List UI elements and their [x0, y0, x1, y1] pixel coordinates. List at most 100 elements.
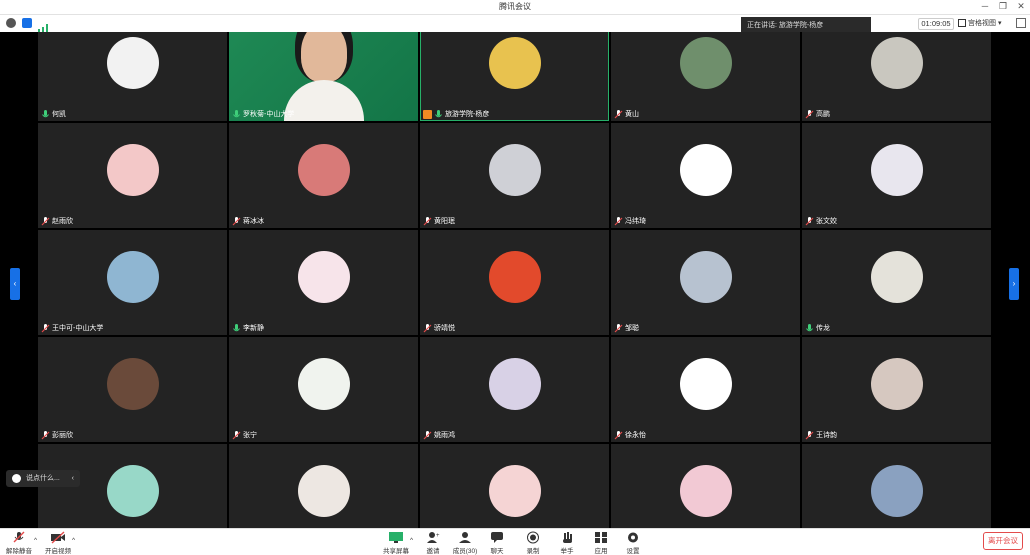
participant-tile[interactable]: 张文姣 — [802, 123, 991, 228]
participant-name-tag: 何凯 — [41, 109, 66, 119]
participant-name-tag: 张宁 — [232, 430, 257, 440]
participant-tile[interactable]: 黄山 — [611, 32, 800, 121]
window-title: 腾讯会议 — [499, 2, 531, 11]
fullscreen-icon[interactable] — [1016, 18, 1026, 28]
mic-muted-icon — [805, 216, 814, 226]
info-icon[interactable] — [6, 18, 16, 28]
apps-button[interactable]: 应用 — [592, 530, 610, 555]
participant-tile[interactable]: 冯纬琦 — [611, 123, 800, 228]
share-screen-button[interactable]: 共享屏幕 — [383, 530, 409, 555]
next-page-button[interactable]: › — [1009, 268, 1019, 300]
restore-icon[interactable]: ❐ — [996, 1, 1010, 12]
participant-tile[interactable]: 王中可-中山大学 — [38, 230, 227, 335]
video-body — [284, 80, 364, 121]
mic-muted-icon — [232, 430, 241, 440]
chat-label: 聊天 — [490, 548, 504, 555]
participant-tile[interactable] — [802, 444, 991, 528]
mic-muted-icon — [614, 323, 623, 333]
participant-name-tag: 传龙 — [805, 323, 830, 333]
participant-tile[interactable]: 姚雨鸿 — [420, 337, 609, 442]
unmute-button[interactable]: 解除静音 — [4, 530, 34, 555]
chat-icon — [491, 532, 503, 543]
participant-name-tag: 蒋冰冰 — [232, 216, 264, 226]
mic-options-chevron-icon[interactable]: ^ — [34, 537, 37, 544]
participant-video — [229, 32, 418, 121]
participant-name: 赵雨欣 — [52, 218, 73, 225]
participant-tile[interactable]: 王诗韵 — [802, 337, 991, 442]
participant-name: 李新静 — [243, 325, 264, 332]
title-bar: 腾讯会议 ─ ❐ ✕ — [0, 0, 1030, 15]
participant-name-tag: 张文姣 — [805, 216, 837, 226]
participant-tile[interactable]: 骄靖悦 — [420, 230, 609, 335]
participant-tile[interactable]: 李新静 — [229, 230, 418, 335]
participant-name: 彭丽欣 — [52, 432, 73, 439]
participant-tile[interactable]: 何凯 — [38, 32, 227, 121]
mic-on-icon — [232, 323, 241, 333]
participant-tile[interactable]: 高鹏 — [802, 32, 991, 121]
prev-page-button[interactable]: ‹ — [10, 268, 20, 300]
participant-tile[interactable]: 邹聪 — [611, 230, 800, 335]
mic-muted-icon — [614, 109, 623, 119]
participant-tile[interactable]: 徐永怡 — [611, 337, 800, 442]
participant-name: 冯纬琦 — [625, 218, 646, 225]
video-options-chevron-icon[interactable]: ^ — [72, 537, 75, 544]
sunset-person-avatar — [870, 465, 923, 517]
share-options-chevron-icon[interactable]: ^ — [410, 537, 413, 544]
participant-tile[interactable]: 旅游学院-杨彦 — [420, 32, 609, 121]
participant-tile[interactable]: 罗秋菊-中山大学 — [229, 32, 418, 121]
anime-girl-avatar — [870, 144, 923, 196]
mic-on-icon — [805, 323, 814, 333]
participant-name-tag: 徐永怡 — [614, 430, 646, 440]
mountain-avatar — [679, 37, 732, 89]
shield-icon[interactable] — [22, 18, 32, 28]
unmute-label: 解除静音 — [6, 548, 32, 555]
members-button[interactable]: 成员(30) — [452, 530, 478, 555]
video-grid-stage: 何凯 罗秋菊-中山大学 旅游学院-杨彦 黄山 高鹏赵雨欣 蒋冰冰 黄阳珉 冯纬琦 张文姣王中可-… — [0, 32, 1030, 528]
participant-tile[interactable]: 赵雨欣 — [38, 123, 227, 228]
collapse-chevron-icon[interactable]: ‹ — [72, 470, 74, 487]
dark-portrait-avatar — [106, 358, 159, 410]
participant-name-tag: 李新静 — [232, 323, 264, 333]
chat-button[interactable]: 聊天 — [488, 530, 506, 555]
leaves-avatar — [297, 358, 350, 410]
raise-hand-button[interactable]: 举手 — [558, 530, 576, 555]
mic-muted-icon — [805, 430, 814, 440]
invite-label: 邀请 — [426, 548, 440, 555]
mic-muted-icon — [423, 323, 432, 333]
grid-view-icon — [958, 19, 966, 28]
participant-name: 传龙 — [816, 325, 830, 332]
participant-tile[interactable] — [420, 444, 609, 528]
participant-name-tag: 骄靖悦 — [423, 323, 455, 333]
members-label: 成员(30) — [452, 548, 478, 555]
start-video-label: 开启视频 — [45, 548, 71, 555]
mic-muted-icon — [41, 216, 50, 226]
settings-button[interactable]: 设置 — [624, 530, 642, 555]
fish-avatar — [679, 358, 732, 410]
participant-tile[interactable]: 传龙 — [802, 230, 991, 335]
start-video-button[interactable]: 开启视频 — [44, 530, 72, 555]
participant-tile[interactable] — [229, 444, 418, 528]
close-icon[interactable]: ✕ — [1014, 1, 1028, 12]
svg-text:+: + — [436, 533, 440, 539]
participant-name-tag: 姚雨鸿 — [423, 430, 455, 440]
record-button[interactable]: 录制 — [524, 530, 542, 555]
gear-icon — [628, 532, 638, 543]
participant-tile[interactable] — [611, 444, 800, 528]
invite-button[interactable]: + 邀请 — [423, 530, 443, 555]
view-mode-button[interactable]: 宫格视图 ▾ — [958, 18, 1014, 30]
participant-tile[interactable]: 张宁 — [229, 337, 418, 442]
participant-name-tag: 高鹏 — [805, 109, 830, 119]
participant-tile[interactable]: 蒋冰冰 — [229, 123, 418, 228]
mic-on-icon — [41, 109, 50, 119]
white-dog-avatar — [679, 465, 732, 517]
chat-quick-input[interactable]: 说点什么... ‹ — [6, 470, 80, 487]
cartoon-boy-avatar — [679, 144, 732, 196]
girl-outdoor-avatar — [870, 37, 923, 89]
participant-tile[interactable]: 彭丽欣 — [38, 337, 227, 442]
minimize-icon[interactable]: ─ — [978, 1, 992, 11]
participant-name: 旅游学院-杨彦 — [445, 111, 490, 118]
meeting-info-bar — [0, 15, 1030, 32]
leave-meeting-button[interactable]: 离开会议 — [983, 532, 1023, 550]
participant-tile[interactable]: 黄阳珉 — [420, 123, 609, 228]
emoji-icon — [12, 473, 21, 483]
